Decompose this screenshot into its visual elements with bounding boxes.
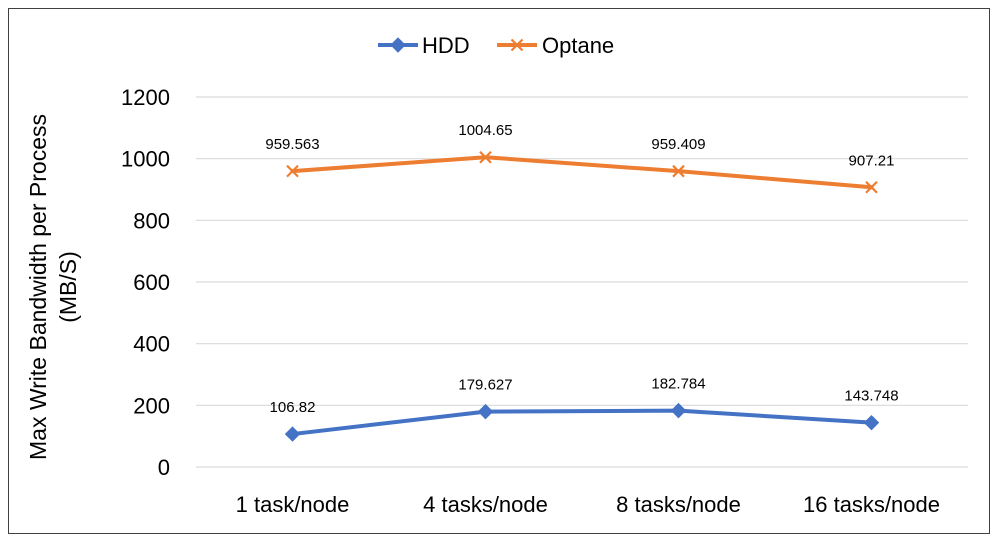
series-line-optane: [290, 155, 874, 190]
series-layer: [284, 150, 880, 442]
data-label-hdd: 182.784: [651, 376, 705, 393]
y-axis-title: Max Write Bandwidth per Process (MB/S): [25, 114, 81, 460]
data-label-optane: 959.409: [651, 136, 705, 153]
marker-hdd-1: [477, 403, 494, 420]
y-axis-title-line: Max Write Bandwidth per Process: [25, 114, 51, 460]
y-tick-label: 800: [133, 208, 170, 233]
legend-marker: [390, 37, 406, 53]
x-tick-labels: 1 task/node 4 tasks/node 8 tasks/node 16 ta…: [236, 492, 940, 517]
x-tick-label: 16 tasks/node: [803, 492, 940, 517]
y-tick-label: 600: [133, 270, 170, 295]
series-line-hdd: [290, 408, 874, 437]
y-tick-labels: 0 200 400 600 800 1000 1200: [121, 85, 170, 480]
x-tick-label: 1 task/node: [236, 492, 350, 517]
legend-label: HDD: [422, 33, 470, 58]
marker-hdd-3: [863, 414, 880, 431]
legend-label: Optane: [542, 33, 614, 58]
y-tick-label: 0: [158, 455, 170, 480]
marker-hdd-0: [284, 426, 301, 442]
legend-item-optane: Optane: [497, 33, 614, 58]
y-tick-label: 400: [133, 332, 170, 357]
legend: HDD Optane: [378, 33, 614, 58]
data-label-optane: 959.563: [265, 136, 319, 153]
data-label-optane: 907.21: [849, 152, 895, 169]
data-label-hdd: 106.82: [270, 399, 316, 416]
y-tick-label: 1200: [121, 85, 170, 110]
y-tick-label: 200: [133, 393, 170, 418]
data-label-hdd: 179.627: [458, 377, 512, 394]
x-tick-label: 4 tasks/node: [423, 492, 548, 517]
legend-item-hdd: HDD: [378, 33, 470, 58]
x-tick-label: 8 tasks/node: [616, 492, 741, 517]
data-label-hdd: 143.748: [844, 388, 898, 405]
data-label-optane: 1004.65: [458, 122, 512, 139]
line-chart: 0 200 400 600 800 1000 1200 1 task/node 4 tasks…: [25, 33, 968, 517]
y-axis-title-line: (MB/S): [55, 251, 81, 323]
y-tick-label: 1000: [121, 147, 170, 172]
